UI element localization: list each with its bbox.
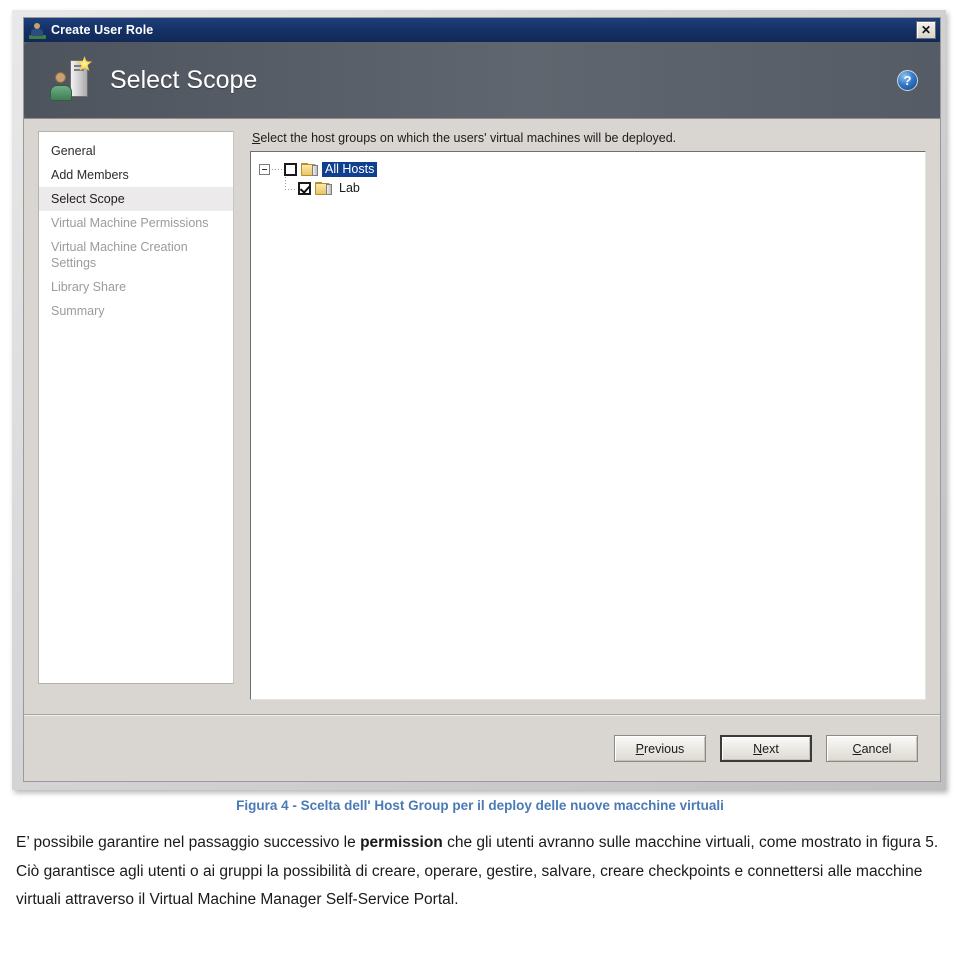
sidebar-item-virtual-machine-permissions[interactable]: Virtual Machine Permissions	[39, 211, 233, 235]
tree-node-all-hosts[interactable]: All Hosts	[259, 160, 919, 179]
wizard-step-list: General Add Members Select Scope Virtual…	[38, 131, 234, 684]
sidebar-item-general[interactable]: General	[39, 139, 233, 163]
next-button-label: ext	[762, 741, 779, 756]
collapse-icon[interactable]	[259, 164, 270, 175]
cancel-button-label: ancel	[861, 741, 892, 756]
sidebar-item-library-share[interactable]: Library Share	[39, 275, 233, 299]
previous-button[interactable]: Previous	[614, 735, 706, 762]
help-icon[interactable]: ?	[897, 70, 918, 91]
screenshot-figure: Create User Role ✕ Select Scope ? Genera…	[12, 10, 946, 790]
sidebar-item-summary[interactable]: Summary	[39, 299, 233, 323]
host-groups-tree[interactable]: All Hosts Lab	[250, 151, 926, 700]
window-title: Create User Role	[51, 23, 154, 37]
sidebar-item-select-scope[interactable]: Select Scope	[39, 187, 233, 211]
tree-node-label: All Hosts	[322, 162, 378, 177]
host-group-folder-icon	[301, 162, 318, 177]
checkbox-all-hosts[interactable]	[284, 163, 297, 176]
instruction-text: Select the host groups on which the user…	[252, 131, 926, 145]
page-title: Select Scope	[110, 65, 258, 94]
figure-caption: Figura 4 - Scelta dell' Host Group per i…	[236, 798, 724, 813]
create-user-role-dialog: Create User Role ✕ Select Scope ? Genera…	[23, 17, 941, 782]
next-button-accel: N	[753, 741, 763, 756]
dialog-footer: Previous Next Cancel	[24, 714, 940, 781]
previous-button-accel: P	[635, 741, 645, 756]
user-role-icon	[29, 22, 46, 39]
tree-connector	[284, 176, 296, 196]
user-server-new-icon	[50, 56, 93, 102]
main-content: Select the host groups on which the user…	[250, 131, 926, 714]
body-paragraph: E’ possibile garantire nel passaggio suc…	[12, 829, 948, 915]
next-button[interactable]: Next	[720, 735, 812, 762]
tree-node-label: Lab	[339, 181, 360, 195]
host-group-folder-icon	[315, 181, 332, 196]
document-text: Figura 4 - Scelta dell' Host Group per i…	[0, 798, 960, 915]
previous-button-label: revious	[644, 741, 685, 756]
sidebar-item-add-members[interactable]: Add Members	[39, 163, 233, 187]
cancel-button[interactable]: Cancel	[826, 735, 918, 762]
window-titlebar: Create User Role ✕	[24, 18, 940, 42]
paragraph-part-1: E’ possibile garantire nel passaggio suc…	[16, 834, 361, 851]
wizard-banner: Select Scope ?	[24, 42, 940, 119]
cancel-button-accel: C	[852, 741, 862, 756]
sidebar-item-virtual-machine-creation-settings[interactable]: Virtual Machine Creation Settings	[39, 235, 233, 275]
paragraph-bold-term: permission	[360, 834, 443, 851]
dialog-body: General Add Members Select Scope Virtual…	[24, 119, 940, 714]
checkbox-lab[interactable]	[298, 182, 311, 195]
tree-node-lab[interactable]: Lab	[284, 176, 919, 198]
close-icon[interactable]: ✕	[916, 21, 936, 39]
tree-connector	[272, 169, 282, 170]
instruction-rest: elect the host groups on which the users…	[260, 131, 677, 145]
